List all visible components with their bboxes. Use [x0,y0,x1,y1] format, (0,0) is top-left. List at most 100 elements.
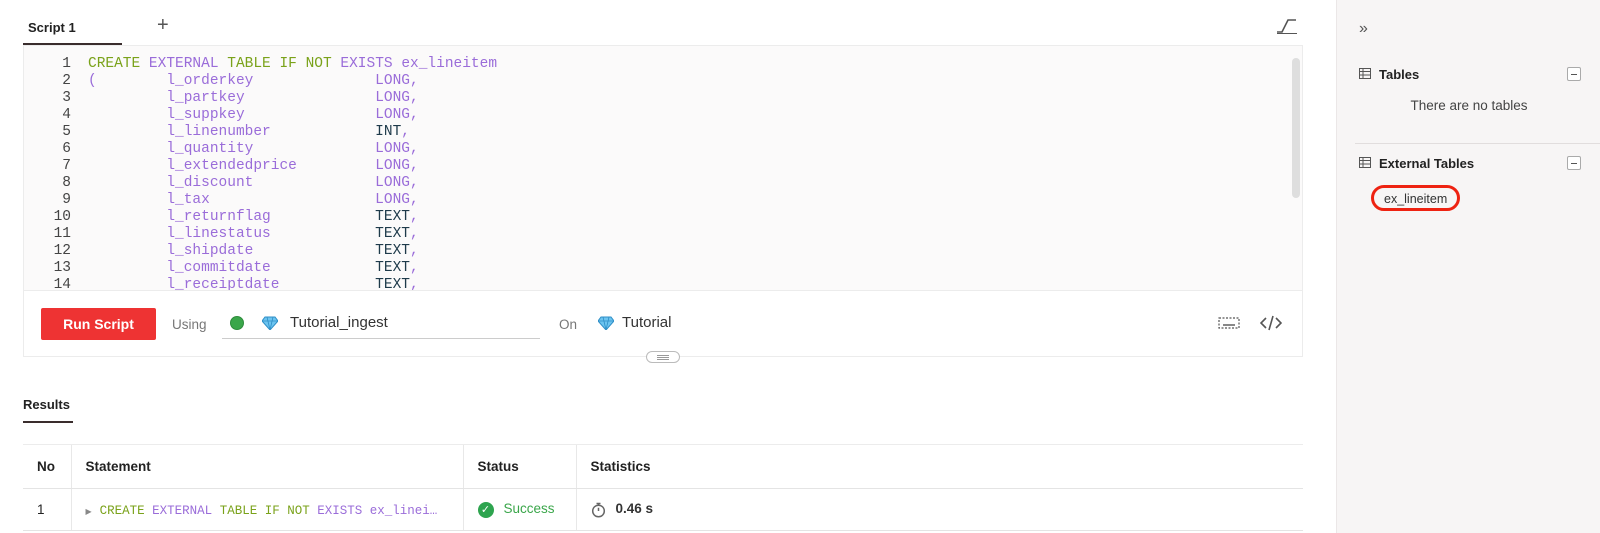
code-token: TABLE [219,503,265,518]
code-token: CREATE [99,503,153,518]
external-tables-section-title: External Tables [1379,156,1475,171]
code-token: , [409,175,419,191]
code-token: TEXT [375,209,410,225]
keyboard-shortcuts-icon[interactable] [1218,316,1240,330]
code-line: 5 l_linenumber INT, [24,124,497,141]
code-token: LONG [375,141,410,157]
line-number: 9 [62,192,71,208]
code-line: 4 l_suppkey LONG, [24,107,497,124]
status-cell: ✓ Success [462,488,576,531]
code-token: TABLE [227,56,280,72]
external-table-icon [1359,157,1371,168]
code-token: l_commitdate [166,260,271,276]
section-divider [1355,143,1600,144]
line-number: 2 [62,73,71,89]
code-token: , [409,192,419,208]
tables-section-title: Tables [1379,67,1420,82]
query-plan-icon[interactable] [1276,18,1298,34]
status-badge: Success [503,501,555,517]
code-token: TEXT [375,226,410,242]
code-token: , [409,260,419,276]
external-table-item[interactable]: ex_lineitem [1371,185,1461,211]
statement-text: CREATE EXTERNAL TABLE IF NOT EXISTS ex_l… [100,504,438,518]
stopwatch-icon [591,502,605,518]
line-number: 5 [62,124,71,140]
engine-selector[interactable]: Tutorial_ingest [222,305,540,339]
column-header-no: No [23,444,71,489]
code-lines: 1 CREATE EXTERNAL TABLE IF NOT EXISTS ex_… [24,56,497,290]
database-gem-icon [598,316,614,330]
code-token: EXISTS [317,503,370,518]
code-token: LONG [375,175,410,191]
collapse-external-tables-button[interactable] [1567,156,1581,170]
statement-cell[interactable]: ▶ CREATE EXTERNAL TABLE IF NOT EXISTS ex_… [70,488,463,531]
row-number: 1 [23,488,71,531]
on-label: On [559,317,578,332]
expand-caret-icon[interactable]: ▶ [86,507,92,516]
results-tab-label: Results [23,397,70,412]
scroll-thumb[interactable] [1292,58,1300,198]
add-tab-icon[interactable]: + [157,14,169,37]
object-sidebar: » Tables There are no tables External Ta… [1336,0,1600,533]
collapse-tables-button[interactable] [1567,67,1581,81]
results-header-row: No Statement Status Statistics [23,444,1303,489]
code-token: , [409,277,419,290]
line-number: 12 [53,243,71,259]
table-row[interactable]: 1 ▶ CREATE EXTERNAL TABLE IF NOT EXISTS e… [23,488,1303,531]
code-line: 11 l_linestatus TEXT, [24,226,497,243]
run-script-button[interactable]: Run Script [41,308,156,340]
code-token: ( [88,73,167,89]
line-source: l_commitdate TEXT, [71,260,419,277]
line-source: l_discount LONG, [71,175,419,192]
line-source: l_partkey LONG, [71,90,418,107]
code-line: 8 l_discount LONG, [24,175,497,192]
code-token: EXISTS [340,56,402,72]
code-token: TEXT [375,260,410,276]
tab-script-1[interactable]: Script 1 [23,12,122,45]
line-source: l_suppkey LONG, [71,107,418,124]
sql-editor[interactable]: 1 CREATE EXTERNAL TABLE IF NOT EXISTS ex_… [23,45,1303,290]
code-view-icon[interactable] [1260,315,1282,331]
code-token: , [410,158,419,174]
code-token: IF [264,503,288,518]
code-token: IF [279,56,306,72]
tab-results[interactable]: Results [23,385,73,423]
table-icon [1359,68,1371,79]
code-token: l_shipdate [166,243,254,259]
engine-gem-icon [262,316,278,330]
engine-running-status-icon [230,316,244,330]
code-token: , [409,209,419,225]
code-line: 1 CREATE EXTERNAL TABLE IF NOT EXISTS ex_… [24,56,497,73]
line-source: l_extendedprice LONG, [71,158,419,175]
code-line: 9 l_tax LONG, [24,192,497,209]
code-line: 3 l_partkey LONG, [24,90,497,107]
line-number: 4 [62,107,71,123]
code-token: l_linenumber [166,124,271,140]
line-source: CREATE EXTERNAL TABLE IF NOT EXISTS ex_l… [71,56,497,73]
line-source: l_linenumber INT, [71,124,410,141]
database-selector[interactable]: Tutorial [622,314,671,331]
collapse-sidebar-icon[interactable]: » [1359,20,1368,38]
code-token: l_returnflag [166,209,271,225]
column-header-status: Status [462,444,576,489]
editor-scrollbar[interactable] [1290,46,1302,290]
code-line: 2( l_orderkey LONG, [24,73,497,90]
line-number: 6 [62,141,71,157]
line-source: ( l_orderkey LONG, [71,73,419,90]
column-header-statement: Statement [70,444,463,489]
code-token: l_receiptdate [166,277,280,290]
panel-resize-handle[interactable] [646,351,680,363]
code-token: LONG [375,158,410,174]
